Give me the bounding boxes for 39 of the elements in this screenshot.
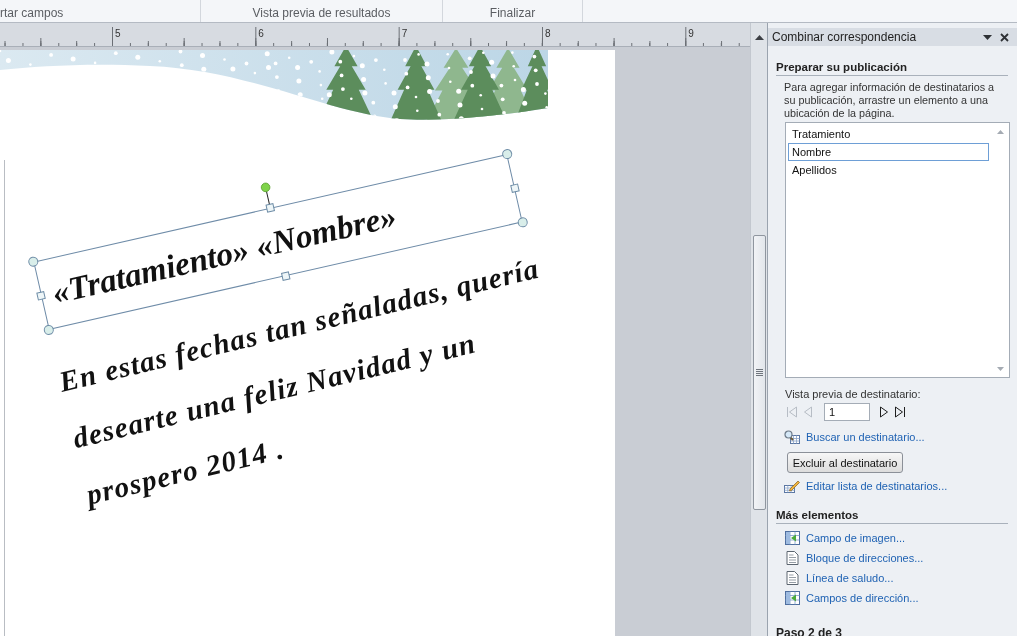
ruler-number: 5 [115,28,121,39]
find-recipient-link[interactable]: Buscar un destinatario... [806,431,925,443]
close-icon[interactable] [1000,32,1009,42]
document-icon [785,551,800,565]
pencil-table-icon [784,479,800,493]
field-list-item[interactable]: Tratamiento [788,125,989,143]
scroll-up-icon[interactable] [754,35,764,40]
grip-icon [755,369,763,376]
more-items-link[interactable]: Campo de imagen... [806,532,906,544]
dropdown-icon[interactable] [983,34,992,40]
ruler-number: 8 [545,28,551,39]
ruler-number: 7 [401,28,408,39]
more-items-link[interactable]: Bloque de direcciones... [806,552,924,564]
scroll-thumb[interactable] [752,235,766,510]
field-list-item[interactable]: Nombre [788,143,989,161]
ruler-number: 6 [258,28,264,39]
record-number-field[interactable]: 1 [824,403,870,421]
table-arrow-icon [785,531,800,545]
search-icon [784,430,800,444]
document-icon [785,571,800,585]
section-heading: Más elementos [776,508,1008,524]
ribbon-group-label: rtar campos [0,6,64,21]
scroll-bar[interactable] [750,23,767,636]
ribbon-group-label: Vista previa de resultados [252,6,391,21]
exclude-recipient-button[interactable]: Excluir al destinatario [787,452,903,473]
preview-label: Vista previa de destinatario: [785,387,922,401]
task-pane-title: Combinar correspondencia [772,30,918,44]
field-list-item[interactable]: Apellidos [788,161,989,179]
instructions-text: Para agregar información de destinatarios a su publicación, arrastre un elemento a una ubicación de la página. [784,81,996,120]
ribbon-group-label: Finalizar [489,6,536,21]
section-heading: Preparar su publicación [776,60,1008,76]
last-record-icon[interactable] [894,406,906,418]
table-arrow-icon [785,591,800,605]
field-list[interactable]: Tratamiento Nombre Apellidos [785,122,1010,378]
edit-recipient-list-link[interactable]: Editar lista de destinatarios... [806,480,948,492]
more-items-link[interactable]: Línea de saludo... [806,572,894,584]
next-record-icon[interactable] [878,406,890,418]
ruler-number: 9 [688,28,694,39]
more-items-link[interactable]: Campos de dirección... [806,592,919,604]
